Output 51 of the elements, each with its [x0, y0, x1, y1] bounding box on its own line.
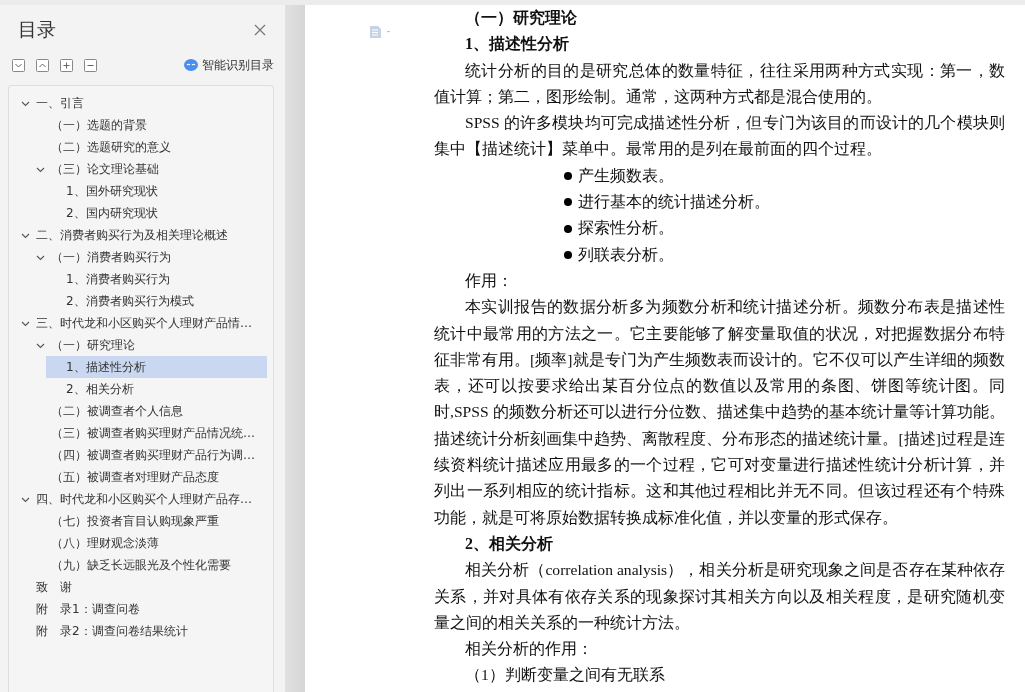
outline-item[interactable]: 附 录2：调查问卷结果统计	[36, 620, 192, 642]
section-heading: 1、描述性分析	[464, 34, 570, 55]
bullet-icon	[564, 250, 572, 259]
outline-title: 目录	[18, 17, 56, 42]
outline-item[interactable]: 附 录1：调查问卷	[36, 598, 144, 620]
outline-item[interactable]: 2、相关分析	[66, 378, 138, 400]
bullet-icon	[564, 198, 572, 207]
paragraph: 相关分析（correlation analysis），相关分析是研究现象之间是否存在某种依存关系，并对具体有依存关系的现象探讨其相关方向以及相关程度，是研究随机变量之间的相关关系的一种统计方法。	[434, 560, 1005, 633]
paragraph: 相关分析的作用：	[464, 639, 594, 660]
outline-item[interactable]: （八）理财观念淡薄	[51, 532, 163, 554]
outline-item[interactable]: 二、消费者购买行为及相关理论概述	[36, 224, 232, 246]
outline-item[interactable]: （二）选题研究的意义	[51, 136, 175, 158]
paragraph: SPSS 的许多模块均可完成描述性分析，但专门为该目的而设计的几个模块则集中【描述统计】菜单中。最常用的是列在最前面的四个过程。	[434, 113, 1005, 160]
outline-item[interactable]: （一）选题的背景	[51, 114, 151, 136]
outline-item[interactable]: （一）研究理论	[51, 334, 139, 356]
smart-outline-button[interactable]: 智能识别目录	[184, 56, 274, 74]
outline-item[interactable]: 2、国内研究现状	[66, 202, 162, 224]
paragraph: 统计分析的目的是研究总体的数量特征，往往采用两种方式实现：第一，数值计算；第二，图形绘制。通常，这两种方式都是混合使用的。	[434, 60, 1005, 107]
outline-item[interactable]: （三）论文理论基础	[51, 158, 163, 180]
outline-item[interactable]: （三）被调查者购买理财产品情况统…	[51, 422, 259, 444]
outline-item[interactable]: （一）消费者购买行为	[51, 246, 175, 268]
list-item: 探索性分析。	[578, 218, 674, 239]
outline-item[interactable]: 1、消费者购买行为	[66, 268, 174, 290]
outline-item[interactable]: 2、消费者购买行为模式	[66, 290, 198, 312]
outline-item[interactable]: 1、描述性分析	[46, 356, 267, 378]
list-item: 进行基本的统计描述分析。	[578, 192, 770, 213]
outline-item[interactable]: （四）被调查者购买理财产品行为调…	[51, 444, 259, 466]
cloud-icon	[184, 59, 198, 71]
outline-item[interactable]: 致 谢	[36, 576, 76, 598]
collapse-all-icon[interactable]	[36, 58, 49, 72]
outline-item[interactable]: 三、时代龙和小区购买个人理财产品情…	[36, 312, 256, 334]
outline-item[interactable]: 1、国外研究现状	[66, 180, 162, 202]
bullet-icon	[564, 224, 572, 233]
outline-item[interactable]: （九）缺乏长远眼光及个性化需要	[51, 554, 235, 576]
plus-icon[interactable]	[60, 58, 73, 72]
outline-item[interactable]: （七）投资者盲目认购现象严重	[51, 510, 223, 532]
minus-icon[interactable]	[84, 58, 97, 72]
paragraph: 本实训报告的数据分析多为频数分析和统计描述分析。频数分布表是描述性统计中最常用的方法之一。它主要能够了解变量取值的状况，对把握数据分布特征非常有用。[频率]就是专门为产生频数表而设计的。它不仅可以产生详细的频数表，还可以按要求给出某百分位点的数值以及常用的条图、饼图等统计图。同时,SPSS 的频数分析还可以进行分位数、描述集中趋势的基本统计量等计算功能。描述统计分析刻画集中趋势、离散程度、分布形态的描述统计量。[描述]过程是连续资料统计描述应用最多的一个过程，它可对变量进行描述性统计分析计算，并列出一系列相应的统计指标。这和其他过程相比并无不同。但该过程还有个特殊功能，就是可将原始数据转换成标准化值，并以变量的形式保存。	[434, 297, 1005, 528]
bullet-icon	[564, 171, 572, 180]
paragraph: 作用：	[464, 270, 514, 291]
section-heading: 2、相关分析	[464, 533, 554, 554]
list-item: 产生频数表。	[578, 165, 674, 186]
outline-item[interactable]: 一、引言	[36, 92, 88, 114]
paragraph: （1）判断变量之间有无联系	[464, 665, 666, 686]
close-icon[interactable]	[254, 24, 266, 36]
list-item: 列联表分析。	[578, 244, 674, 265]
outline-item[interactable]: 四、时代龙和小区购买个人理财产品存…	[36, 488, 256, 510]
outline-item[interactable]: （五）被调查者对理财产品态度	[51, 466, 223, 488]
outline-item[interactable]: （二）被调查者个人信息	[51, 400, 187, 422]
section-heading: （一）研究理论	[464, 8, 578, 28]
expand-all-icon[interactable]	[12, 58, 25, 72]
